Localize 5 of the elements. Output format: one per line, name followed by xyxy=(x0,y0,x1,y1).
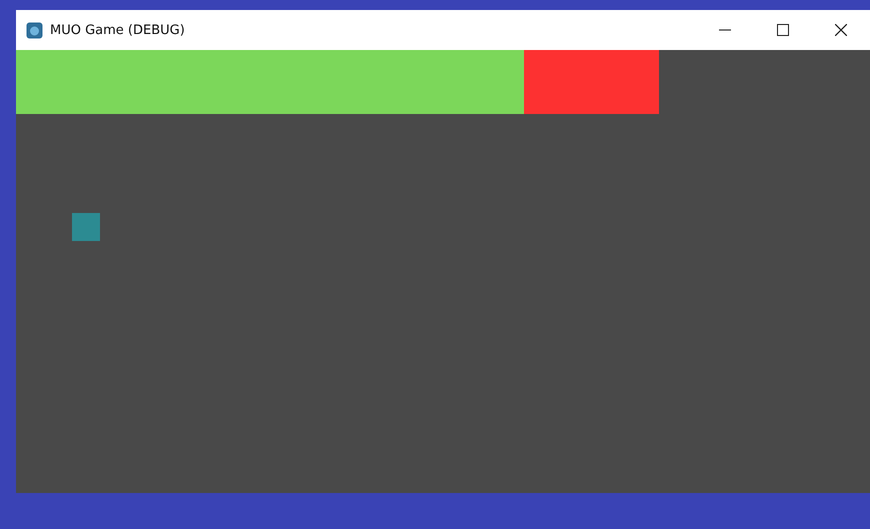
maximize-icon xyxy=(777,24,789,36)
player-square xyxy=(72,213,100,241)
app-icon xyxy=(26,22,43,38)
window-title: MUO Game (DEBUG) xyxy=(50,22,185,38)
close-icon xyxy=(835,24,847,36)
